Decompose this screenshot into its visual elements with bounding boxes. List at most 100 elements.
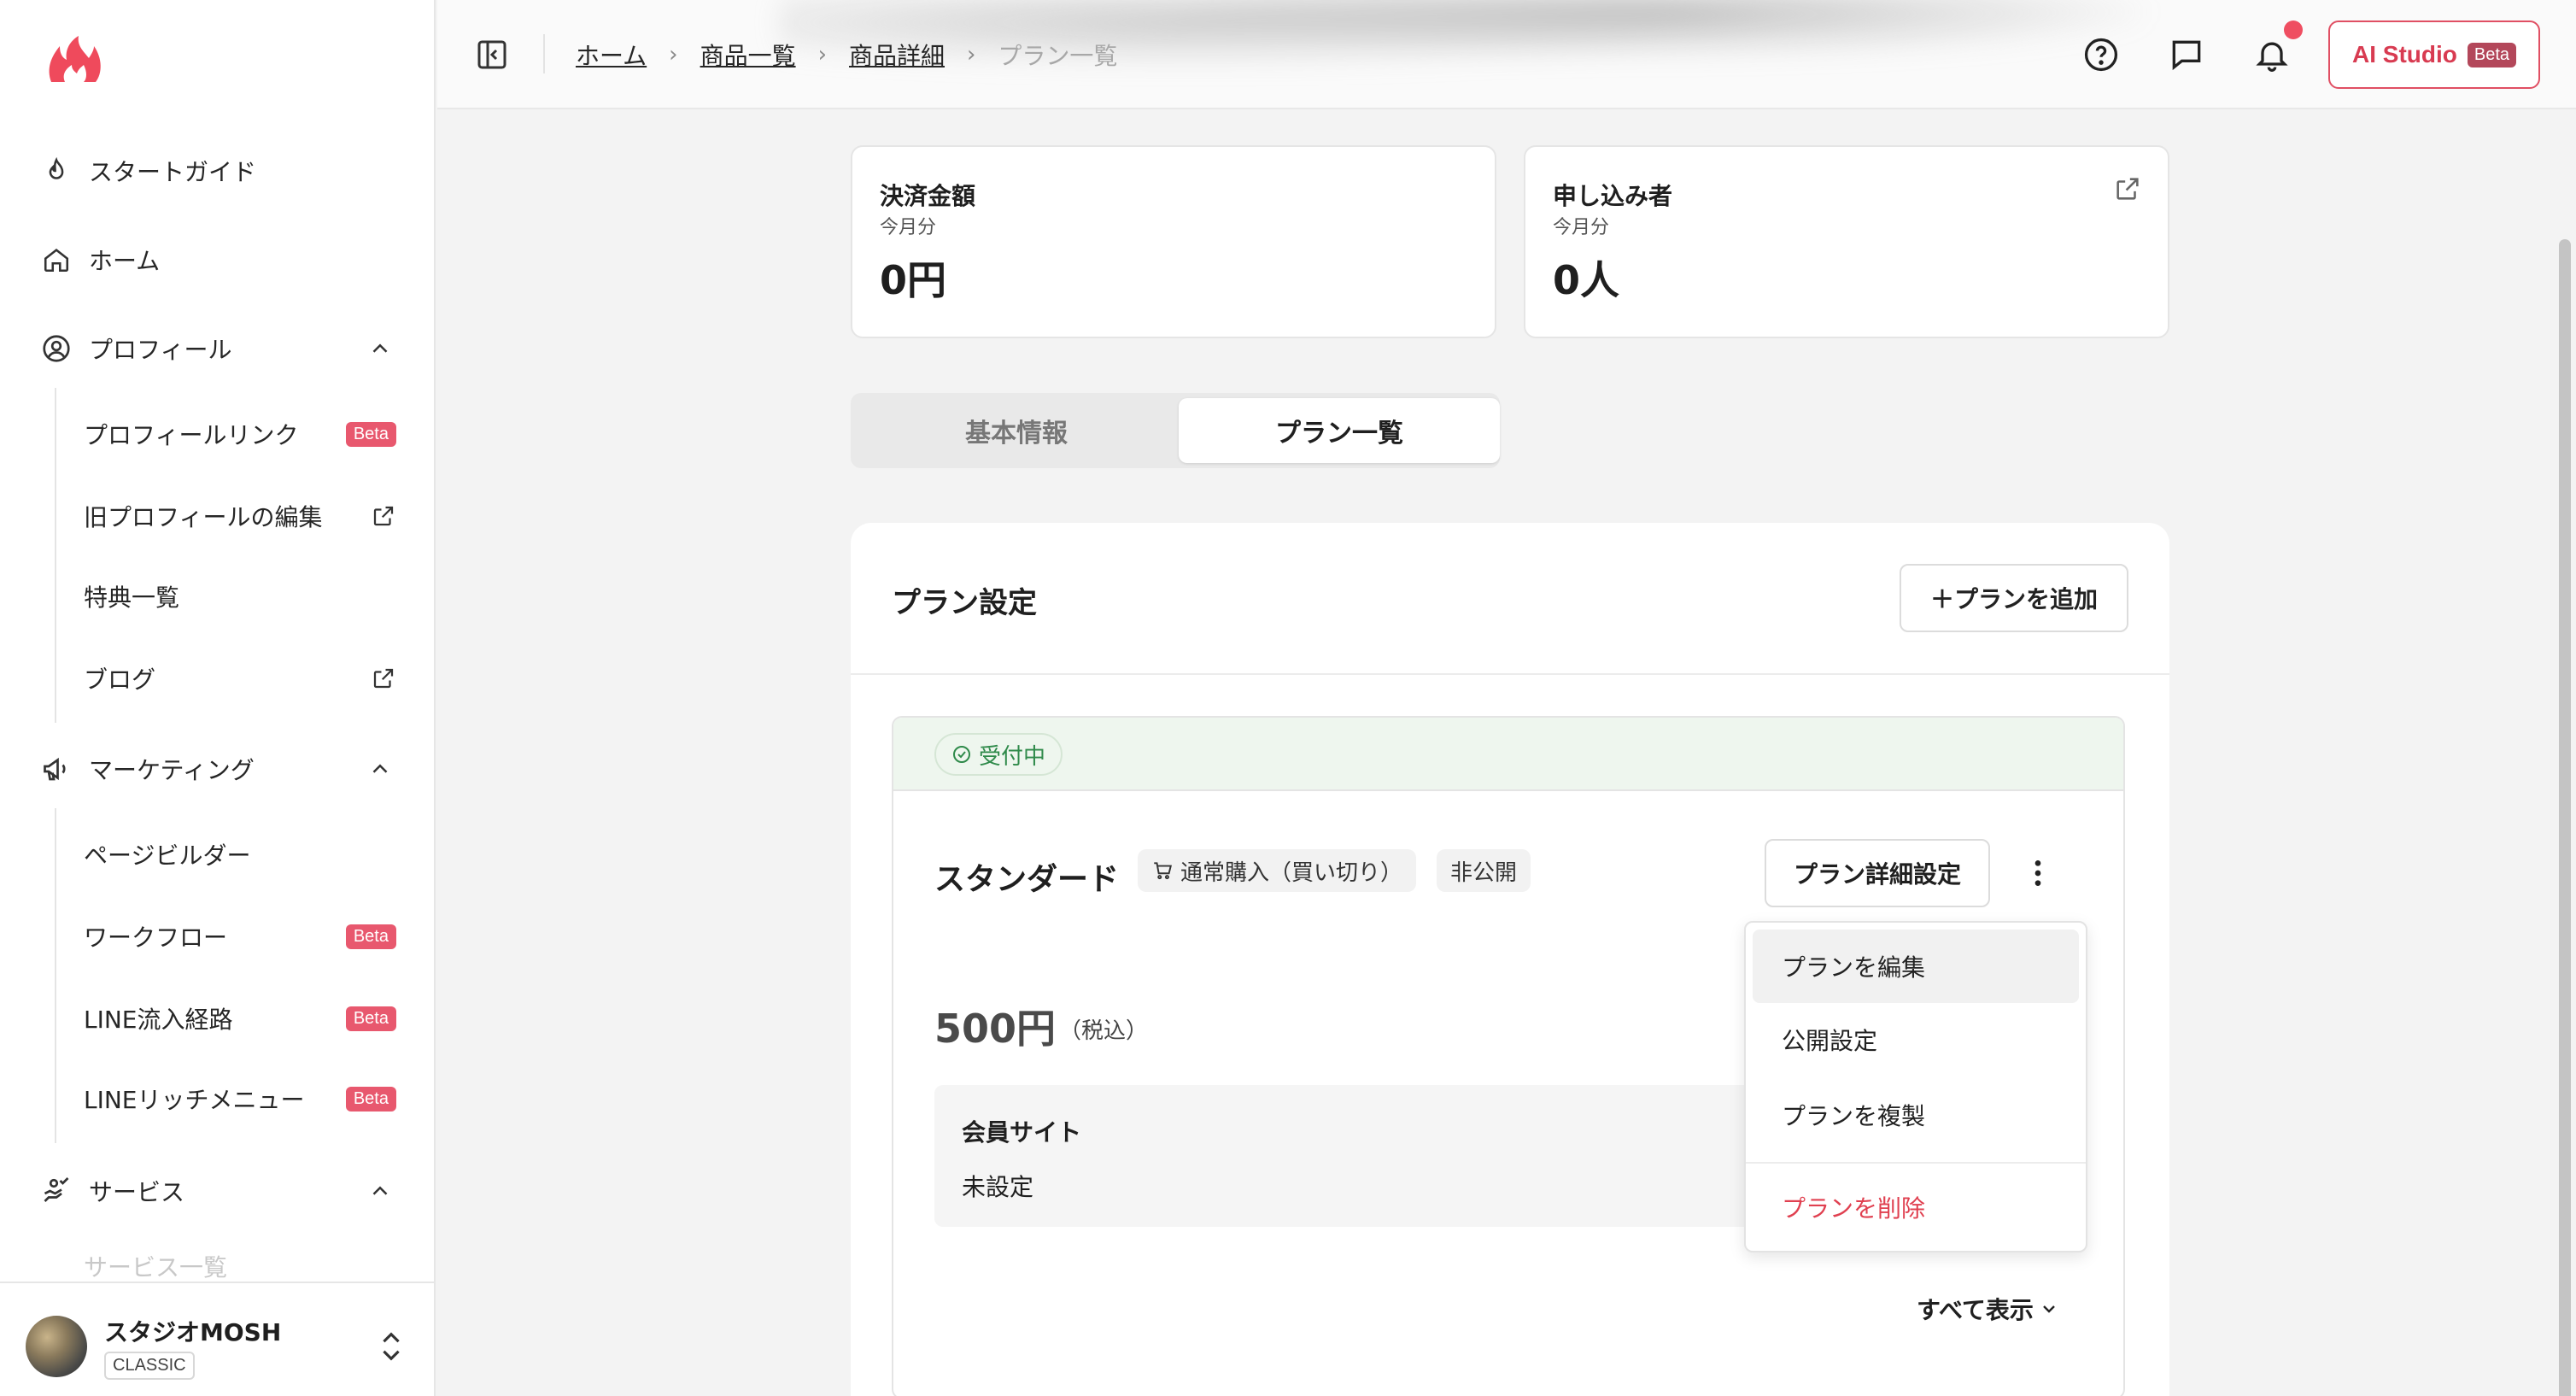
nav-profile[interactable]: プロフィール	[39, 323, 398, 374]
home-icon	[39, 243, 73, 277]
tab-basic-info[interactable]: 基本情報	[856, 398, 1177, 463]
menu-item-delete-plan[interactable]: プランを削除	[1753, 1170, 2079, 1244]
sidebar-item-label: LINEリッチメニュー	[84, 1086, 305, 1114]
marketing-sub-line	[55, 808, 56, 1143]
chevron-right-icon: ›	[967, 42, 976, 67]
plan-badge: CLASSIC	[104, 1352, 195, 1380]
sidebar-item-label: ワークフロー	[84, 924, 228, 952]
profile-sub-line	[55, 388, 56, 723]
menu-item-edit-plan[interactable]: プランを編集	[1753, 930, 2079, 1003]
megaphone-icon	[39, 752, 73, 786]
external-link-icon	[373, 506, 394, 526]
beta-badge: Beta	[345, 1006, 396, 1031]
member-site-label: 会員サイト	[962, 1118, 1082, 1147]
nav-marketing-label: マーケティング	[89, 756, 255, 784]
nav-service-label: サービス	[89, 1178, 185, 1206]
sidebar-item-old-profile-edit[interactable]: 旧プロフィールの編集	[84, 490, 396, 542]
nav-marketing[interactable]: マーケティング	[39, 743, 398, 795]
status-label: 受付中	[979, 743, 1046, 770]
nav-start-guide[interactable]: スタートガイド	[39, 145, 256, 196]
more-vertical-icon[interactable]	[2021, 854, 2055, 892]
add-plan-button[interactable]: ＋プランを追加	[1900, 564, 2128, 632]
tab-plan-list[interactable]: プラン一覧	[1179, 398, 1500, 463]
breadcrumb-products[interactable]: 商品一覧	[700, 38, 796, 72]
check-circle-icon	[953, 746, 970, 763]
help-icon[interactable]	[2082, 36, 2120, 73]
avatar	[26, 1316, 87, 1377]
breadcrumb-home[interactable]: ホーム	[576, 38, 647, 72]
chevron-up-icon[interactable]	[367, 336, 393, 361]
sidebar-item-workflow[interactable]: ワークフロー Beta	[84, 911, 396, 962]
chat-icon[interactable]	[2168, 36, 2205, 73]
stat-value: 0人	[1553, 257, 1620, 303]
account-switcher[interactable]: スタジオMOSH CLASSIC	[0, 1282, 434, 1396]
plan-price: 500円	[934, 1006, 1057, 1052]
payment-amount-card: 決済金額 今月分 0円	[851, 145, 1496, 338]
sidebar-item-line-inflow[interactable]: LINE流入経路 Beta	[84, 993, 396, 1044]
ai-studio-button[interactable]: AI Studio Beta	[2328, 21, 2540, 89]
sidebar: スタートガイド ホーム プロフィール プロフィールリンク Beta 旧プロフィー…	[0, 0, 436, 1396]
nav-service[interactable]: サービス	[39, 1165, 398, 1217]
chevron-up-icon[interactable]	[367, 756, 393, 782]
chevron-right-icon: ›	[669, 42, 678, 67]
menu-item-publish-settings[interactable]: 公開設定	[1753, 1003, 2079, 1076]
show-all-label: すべて表示	[1917, 1296, 2034, 1324]
stat-period: 今月分	[1553, 217, 1610, 238]
stat-value: 0円	[880, 257, 947, 303]
ai-studio-label: AI Studio	[2351, 41, 2457, 67]
chevron-right-icon: ›	[817, 42, 827, 67]
purchase-type-label: 通常購入（買い切り）	[1180, 859, 1403, 886]
show-all-button[interactable]: すべて表示	[1917, 1292, 2059, 1326]
sidebar-item-label: サービス一覧	[84, 1253, 228, 1280]
hand-service-icon	[39, 1174, 73, 1208]
chevron-up-icon[interactable]	[367, 1178, 393, 1204]
sidebar-item-label: LINE流入経路	[84, 1006, 233, 1034]
sidebar-item-service-list[interactable]: サービス一覧	[84, 1249, 396, 1280]
stat-title: 決済金額	[880, 182, 976, 210]
flame-logo-icon[interactable]	[44, 34, 104, 85]
header-divider	[543, 34, 545, 73]
breadcrumb: ホーム › 商品一覧 › 商品詳細 › プラン一覧	[576, 38, 1117, 72]
sidebar-item-label: ページビルダー	[84, 842, 251, 870]
applicants-card[interactable]: 申し込み者 今月分 0人	[1524, 145, 2169, 338]
nav-start-guide-label: スタートガイド	[89, 158, 257, 186]
tax-note: （税込）	[1059, 1018, 1149, 1044]
sidebar-item-profile-link[interactable]: プロフィールリンク Beta	[84, 408, 396, 460]
stat-title: 申し込み者	[1553, 182, 1673, 210]
status-badge: 受付中	[934, 733, 1063, 776]
beta-badge: Beta	[345, 1086, 396, 1112]
chevron-up-down-icon[interactable]	[376, 1329, 407, 1364]
member-site-value: 未設定	[962, 1173, 1034, 1201]
chevron-down-icon	[2043, 1305, 2055, 1313]
top-header: ホーム › 商品一覧 › 商品詳細 › プラン一覧 AI Studio Beta	[437, 0, 2576, 109]
nav-home-label: ホーム	[89, 247, 161, 275]
external-link-icon[interactable]	[2113, 174, 2142, 203]
breadcrumb-product-detail[interactable]: 商品詳細	[849, 38, 945, 72]
sidebar-item-benefits[interactable]: 特典一覧	[84, 571, 396, 622]
nav-home[interactable]: ホーム	[39, 234, 160, 285]
menu-item-duplicate-plan[interactable]: プランを複製	[1753, 1078, 2079, 1152]
page-scrollbar[interactable]	[2559, 239, 2571, 1396]
notification-dot	[2284, 21, 2303, 39]
sidebar-item-line-rich-menu[interactable]: LINEリッチメニュー Beta	[84, 1073, 396, 1124]
plan-detail-settings-button[interactable]: プラン詳細設定	[1765, 839, 1990, 907]
sidebar-toggle-icon[interactable]	[475, 38, 509, 72]
org-name: スタジオMOSH	[104, 1318, 282, 1346]
beta-badge: Beta	[345, 924, 396, 949]
sidebar-item-label: 特典一覧	[84, 584, 180, 612]
divider	[851, 673, 2169, 675]
plan-card-header: 受付中	[893, 718, 2123, 791]
sidebar-item-page-builder[interactable]: ページビルダー	[84, 829, 396, 880]
bell-icon[interactable]	[2253, 36, 2291, 73]
stat-period: 今月分	[880, 217, 937, 238]
purchase-type-tag: 通常購入（買い切り）	[1138, 849, 1417, 892]
breadcrumb-plan-list: プラン一覧	[998, 42, 1118, 70]
beta-badge: Beta	[2467, 42, 2517, 67]
visibility-tag: 非公開	[1437, 849, 1531, 892]
tab-bar: 基本情報 プラン一覧	[851, 393, 1500, 468]
sidebar-item-label: プロフィールリンク	[84, 421, 299, 449]
plan-actions-menu: プランを編集 公開設定 プランを複製 プランを削除	[1744, 921, 2087, 1252]
menu-divider	[1746, 1162, 2086, 1164]
sidebar-item-blog[interactable]: ブログ	[84, 653, 396, 704]
nav-profile-label: プロフィール	[89, 336, 232, 364]
